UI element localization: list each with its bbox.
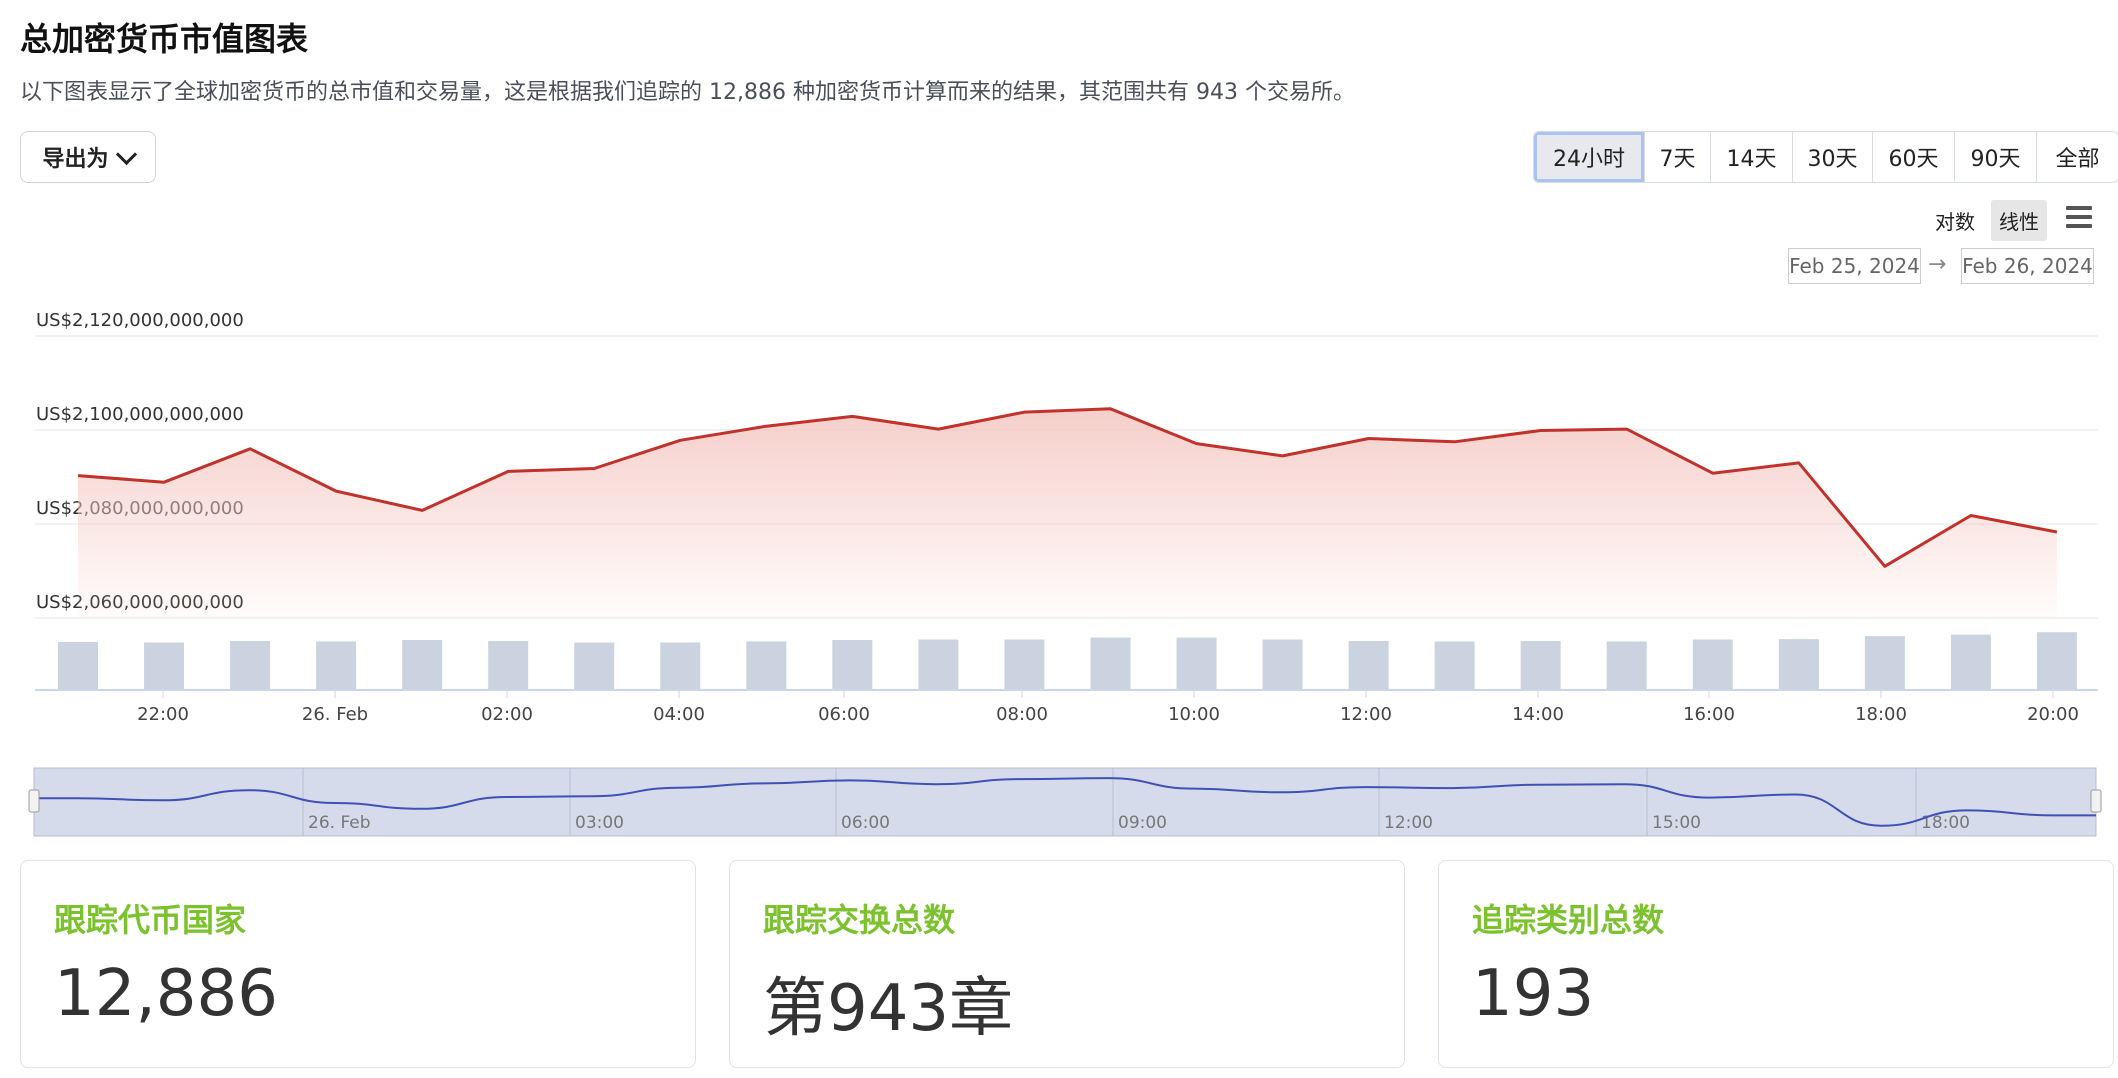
export-button[interactable]: 导出为 (20, 131, 156, 183)
volume-bar (2036, 632, 2077, 690)
stat-label-exchanges: 跟踪交换总数 (763, 901, 956, 939)
volume-bar (144, 642, 185, 690)
hamburger-menu-icon[interactable] (2066, 206, 2092, 233)
y-tick-label: US$2,100,000,000,000 (36, 404, 244, 425)
volume-bar (1520, 641, 1561, 690)
volume-bar (832, 640, 873, 690)
volume-bar (58, 641, 98, 690)
range-all-button[interactable]: 全部 (2036, 132, 2118, 182)
volume-bar (918, 639, 959, 690)
volume-bar (1262, 639, 1303, 690)
range-14d-button[interactable]: 14天 (1710, 132, 1792, 182)
market-cap-area (78, 408, 2057, 618)
stat-value-tokens: 12,886 (54, 957, 278, 1031)
scale-linear-option[interactable]: 线性 (1991, 200, 2047, 241)
x-tick-label: 16:00 (1683, 704, 1735, 725)
stat-value-exchanges: 第943章 (763, 972, 1014, 1046)
range-24h-button[interactable]: 24小时 (1534, 132, 1644, 182)
x-tick-label: 10:00 (1168, 704, 1220, 725)
volume-bar (746, 641, 787, 690)
volume-bar (1434, 641, 1475, 690)
volume-bar (1864, 636, 1905, 690)
volume-bar (660, 642, 701, 690)
x-tick-label: 02:00 (481, 704, 533, 725)
volume-bar (230, 641, 271, 690)
range-90d-button[interactable]: 90天 (1954, 132, 2036, 182)
navigator-tick-label: 03:00 (575, 813, 624, 833)
x-tick-label: 18:00 (1855, 704, 1907, 725)
volume-bar (1950, 634, 1991, 690)
volume-bar (1348, 641, 1389, 690)
volume-bar (1692, 639, 1733, 690)
y-tick-label: US$2,120,000,000,000 (36, 310, 244, 331)
stat-card-exchanges: 跟踪交换总数 第943章 (729, 860, 1405, 1068)
navigator-tick-label: 12:00 (1384, 813, 1433, 833)
volume-bar (316, 641, 357, 690)
navigator-handle-right[interactable] (2090, 789, 2102, 813)
volume-bar (574, 642, 615, 690)
market-cap-chart: US$2,120,000,000,000 US$2,100,000,000,000… (28, 310, 2102, 837)
date-range-arrow: → (1928, 252, 1947, 277)
x-tick-label: 12:00 (1340, 704, 1392, 725)
navigator-handle-left[interactable] (28, 789, 40, 813)
volume-bar (1778, 639, 1819, 690)
volume-bar (1090, 637, 1131, 690)
export-button-label: 导出为 (42, 147, 109, 172)
x-tick-label: 14:00 (1512, 704, 1564, 725)
volume-bar (1004, 639, 1045, 690)
chevron-down-icon (115, 143, 137, 165)
x-tick-label: 04:00 (653, 704, 705, 725)
page: 总加密货币市值图表 以下图表显示了全球加密货币的总市值和交易量，这是根据我们追踪… (0, 0, 2118, 1078)
navigator-tick-label: 15:00 (1652, 813, 1701, 833)
range-7d-button[interactable]: 7天 (1644, 132, 1710, 182)
scale-toggle: 对数 线性 (1927, 200, 2047, 241)
volume-bar (402, 640, 443, 690)
volume-bar (1176, 637, 1217, 690)
stat-value-categories: 193 (1472, 957, 1595, 1031)
stat-card-tokens: 跟踪代币国家 12,886 (20, 860, 696, 1068)
stat-label-categories: 追踪类别总数 (1472, 901, 1665, 939)
x-tick-label: 22:00 (137, 704, 189, 725)
stat-label-tokens: 跟踪代币国家 (54, 901, 247, 939)
x-tick-label: 20:00 (2027, 704, 2079, 725)
navigator-tick-label: 06:00 (841, 813, 890, 833)
range-60d-button[interactable]: 60天 (1872, 132, 1954, 182)
navigator-tick-label: 09:00 (1118, 813, 1167, 833)
scale-log-option[interactable]: 对数 (1927, 200, 1983, 241)
date-to-input[interactable]: Feb 26, 2024 (1961, 248, 2094, 284)
time-range-selector: 24小时 7天 14天 30天 60天 90天 全部 (1533, 131, 2118, 183)
date-from-input[interactable]: Feb 25, 2024 (1788, 248, 1921, 284)
page-title: 总加密货币市值图表 (20, 20, 309, 58)
navigator-tick-label: 26. Feb (308, 813, 371, 833)
x-tick-label: 26. Feb (302, 704, 368, 725)
range-30d-button[interactable]: 30天 (1792, 132, 1872, 182)
volume-bar (488, 641, 529, 690)
x-tick-label: 08:00 (996, 704, 1048, 725)
volume-bar (1606, 641, 1647, 690)
stat-card-categories: 追踪类别总数 193 (1438, 860, 2114, 1068)
x-tick-label: 06:00 (818, 704, 870, 725)
page-subtitle: 以下图表显示了全球加密货币的总市值和交易量，这是根据我们追踪的 12,886 种… (20, 80, 1355, 105)
